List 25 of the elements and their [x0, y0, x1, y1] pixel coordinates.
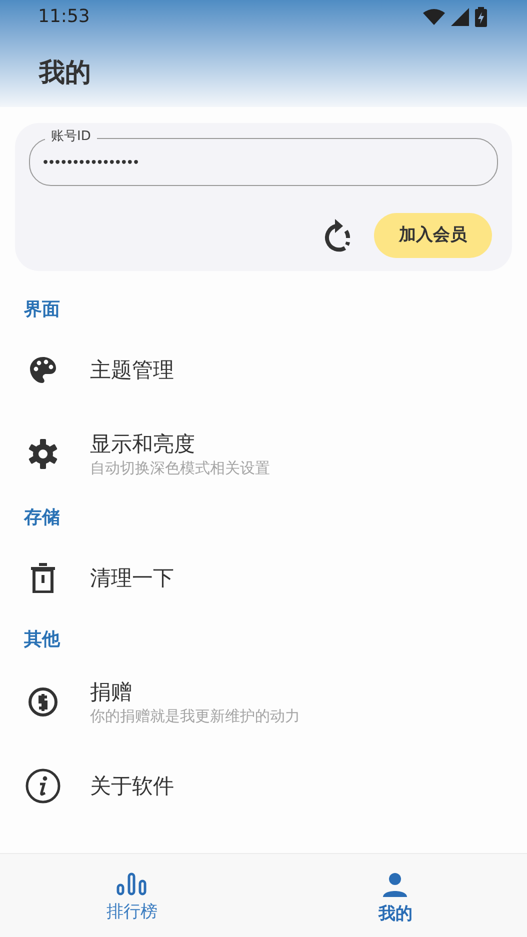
settings-item[interactable]: 显示和亮度	[90, 430, 270, 458]
dollar-coin-icon	[28, 687, 58, 717]
join-member-button[interactable]: 加入会员	[374, 213, 492, 258]
settings-icon	[28, 439, 58, 469]
page-title: 我的	[39, 57, 91, 90]
palette-icon	[29, 356, 57, 384]
wifi-icon	[423, 9, 445, 25]
item-description: 你的捐赠就是我更新维护的动力	[90, 706, 300, 726]
item-description: 自动切换深色模式相关设置	[90, 458, 270, 478]
status-time: 11:53	[38, 8, 90, 26]
signal-icon	[451, 8, 469, 26]
settings-item[interactable]: 捐赠	[90, 678, 300, 706]
settings-item[interactable]: 主题管理	[90, 356, 174, 384]
settings-item[interactable]: 清理一下	[90, 564, 174, 592]
settings-item[interactable]: 关于软件	[90, 772, 174, 800]
bar-chart-icon	[116, 872, 148, 896]
nav-tab[interactable]: 我的	[264, 854, 527, 937]
battery-icon	[475, 7, 487, 27]
person-icon	[382, 872, 408, 898]
section-header: 存储	[24, 506, 60, 530]
info-icon	[25, 768, 61, 804]
nav-tab[interactable]: 排行榜	[0, 854, 264, 937]
section-header: 界面	[24, 298, 60, 322]
trash-icon	[30, 563, 56, 593]
section-header: 其他	[24, 628, 60, 652]
